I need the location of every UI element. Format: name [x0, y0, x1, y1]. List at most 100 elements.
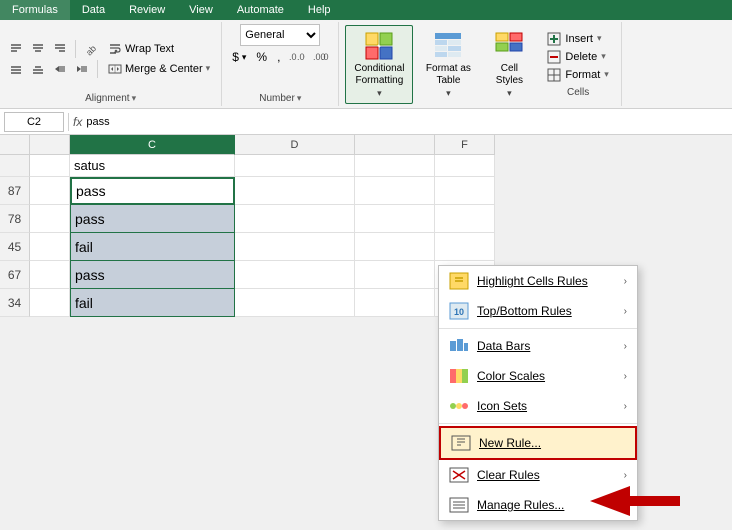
- cell-c6[interactable]: fail: [70, 289, 235, 317]
- delete-icon: [547, 50, 561, 64]
- format-arrow[interactable]: ▾: [604, 69, 609, 80]
- cell-e4[interactable]: [355, 233, 435, 261]
- indent-inc-icon: [75, 62, 89, 76]
- cell-b2[interactable]: [30, 177, 70, 205]
- row-header-4[interactable]: 45: [0, 233, 30, 261]
- orientation-btn[interactable]: ab: [81, 40, 101, 58]
- cell-f3[interactable]: [435, 205, 495, 233]
- cell-b6[interactable]: [30, 289, 70, 317]
- cell-f4[interactable]: [435, 233, 495, 261]
- ribbon-tabs: Formulas Data Review View Automate Help: [0, 0, 732, 20]
- align-divider-1: [75, 40, 76, 58]
- cell-c3[interactable]: pass: [70, 205, 235, 233]
- tab-help[interactable]: Help: [296, 0, 343, 20]
- currency-arrow[interactable]: ▾: [242, 52, 247, 63]
- top-bottom-arrow: ›: [624, 306, 627, 317]
- cell-d2[interactable]: [235, 177, 355, 205]
- alignment-dialog-icon[interactable]: ▾: [132, 93, 137, 104]
- svg-text:ab: ab: [84, 43, 98, 56]
- top-bottom-icon: 10: [449, 302, 469, 320]
- align-bottom-left-btn[interactable]: [6, 60, 26, 78]
- col-header-d[interactable]: D: [235, 135, 355, 155]
- tab-data[interactable]: Data: [70, 0, 117, 20]
- dec-increase-btn[interactable]: .0.00: [286, 49, 308, 65]
- cell-styles-arrow[interactable]: ▾: [507, 88, 512, 99]
- wrap-text-btn[interactable]: Wrap Text: [103, 40, 179, 58]
- cell-b4[interactable]: [30, 233, 70, 261]
- tab-formulas[interactable]: Formulas: [0, 0, 70, 20]
- svg-text:10: 10: [454, 307, 464, 317]
- clear-rules-label: Clear Rules: [477, 468, 616, 482]
- dec-decrease-btn[interactable]: .00.0: [310, 49, 332, 65]
- currency-btn[interactable]: $ ▾: [228, 49, 250, 65]
- row-header-5[interactable]: 67: [0, 261, 30, 289]
- cell-c4[interactable]: fail: [70, 233, 235, 261]
- conditional-formatting-btn[interactable]: ConditionalFormatting ▾: [345, 25, 413, 104]
- indent-decrease-btn[interactable]: [50, 60, 70, 78]
- tab-review[interactable]: Review: [117, 0, 177, 20]
- insert-btn[interactable]: Insert ▾: [541, 31, 614, 47]
- cell-d5[interactable]: [235, 261, 355, 289]
- format-btn[interactable]: Format ▾: [541, 67, 614, 83]
- tab-automate[interactable]: Automate: [225, 0, 296, 20]
- cell-e3[interactable]: [355, 205, 435, 233]
- cell-c5[interactable]: pass: [70, 261, 235, 289]
- row-header-3[interactable]: 78: [0, 205, 30, 233]
- col-header-e[interactable]: [355, 135, 435, 155]
- name-box[interactable]: [4, 112, 64, 132]
- merge-dropdown-icon[interactable]: ▾: [206, 63, 211, 74]
- row-header-6[interactable]: 34: [0, 289, 30, 317]
- col-header-f[interactable]: F: [435, 135, 495, 155]
- highlight-cells-icon: [449, 272, 469, 290]
- row-header-1[interactable]: [0, 155, 30, 177]
- col-header-c[interactable]: C: [70, 135, 235, 155]
- menu-item-data-bars[interactable]: Data Bars ›: [439, 331, 637, 361]
- merge-center-btn[interactable]: Merge & Center ▾: [103, 60, 215, 78]
- delete-arrow[interactable]: ▾: [601, 51, 606, 62]
- cell-e5[interactable]: [355, 261, 435, 289]
- cell-b3[interactable]: [30, 205, 70, 233]
- menu-item-color-scales[interactable]: Color Scales ›: [439, 361, 637, 391]
- align-top-center-btn[interactable]: [28, 40, 48, 58]
- merge-icon: [108, 62, 122, 76]
- cell-d4[interactable]: [235, 233, 355, 261]
- number-dialog-icon[interactable]: ▾: [297, 93, 302, 104]
- row-header-2[interactable]: 87: [0, 177, 30, 205]
- data-bars-icon: [449, 337, 469, 355]
- indent-increase-btn[interactable]: [72, 60, 92, 78]
- cell-c2-selected[interactable]: pass: [70, 177, 235, 205]
- cell-d6[interactable]: [235, 289, 355, 317]
- cell-f2[interactable]: [435, 177, 495, 205]
- menu-item-new-rule[interactable]: New Rule...: [439, 426, 637, 460]
- formula-input[interactable]: [86, 112, 728, 132]
- percent-btn[interactable]: %: [252, 49, 271, 65]
- menu-item-icon-sets[interactable]: Icon Sets ›: [439, 391, 637, 421]
- cell-e1[interactable]: [355, 155, 435, 177]
- conditional-formatting-arrow[interactable]: ▾: [377, 88, 382, 99]
- align-bottom-center-btn[interactable]: [28, 60, 48, 78]
- format-table-arrow[interactable]: ▾: [446, 88, 451, 99]
- format-as-table-btn[interactable]: Format asTable ▾: [415, 26, 481, 103]
- tab-view[interactable]: View: [177, 0, 225, 20]
- cell-d1[interactable]: [235, 155, 355, 177]
- number-format-select[interactable]: General Number Currency Percentage Date: [240, 24, 320, 46]
- cell-e2[interactable]: [355, 177, 435, 205]
- cell-b1[interactable]: [30, 155, 70, 177]
- insert-arrow[interactable]: ▾: [597, 33, 602, 44]
- highlight-cells-label: Highlight Cells Rules: [477, 274, 616, 288]
- align-top-right-btn[interactable]: [50, 40, 70, 58]
- cell-e6[interactable]: [355, 289, 435, 317]
- menu-item-highlight-cells[interactable]: Highlight Cells Rules ›: [439, 266, 637, 296]
- cell-f1[interactable]: [435, 155, 495, 177]
- cell-styles-btn[interactable]: CellStyles ▾: [483, 26, 535, 103]
- cell-c1[interactable]: satus: [70, 155, 235, 177]
- alignment-label: Alignment: [85, 93, 129, 104]
- comma-btn[interactable]: ,: [273, 49, 284, 65]
- col-header-b[interactable]: [30, 135, 70, 155]
- cell-b5[interactable]: [30, 261, 70, 289]
- color-scales-icon: [449, 367, 469, 385]
- menu-item-top-bottom[interactable]: 10 Top/Bottom Rules ›: [439, 296, 637, 326]
- align-top-left-btn[interactable]: [6, 40, 26, 58]
- delete-btn[interactable]: Delete ▾: [541, 49, 614, 65]
- cell-d3[interactable]: [235, 205, 355, 233]
